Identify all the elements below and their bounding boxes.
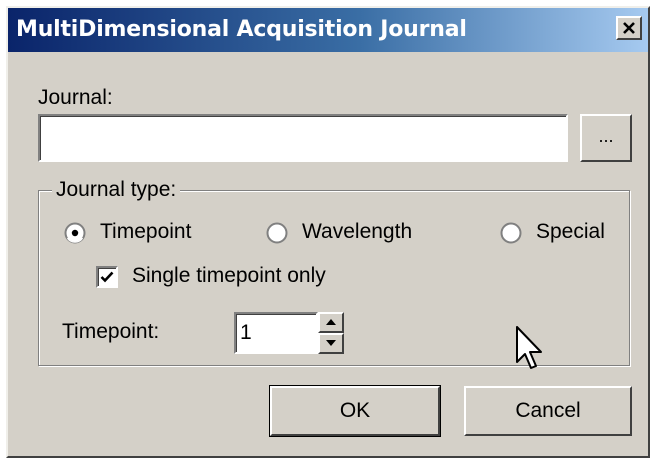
single-timepoint-label[interactable]: Single timepoint only [132, 264, 326, 288]
window-title: MultiDimensional Acquisition Journal [16, 17, 467, 42]
close-button[interactable] [616, 16, 642, 40]
radio-timepoint-label[interactable]: Timepoint [100, 220, 191, 244]
radio-special[interactable] [500, 222, 522, 244]
arrow-down-icon [326, 340, 336, 346]
arrow-up-icon [326, 319, 336, 325]
browse-button[interactable]: ... [580, 114, 632, 162]
timepoint-label: Timepoint: [62, 320, 160, 343]
timepoint-spin-up[interactable] [318, 312, 344, 333]
timepoint-spin-down[interactable] [318, 333, 344, 354]
radio-wavelength[interactable] [266, 222, 288, 244]
journal-path-input[interactable] [38, 114, 568, 162]
single-timepoint-checkbox[interactable] [96, 266, 118, 288]
close-icon [623, 22, 635, 34]
journal-type-legend: Journal type: [52, 178, 181, 202]
journal-dialog: MultiDimensional Acquisition Journal Jou… [6, 6, 650, 458]
ok-button[interactable]: OK [269, 385, 441, 437]
radio-wavelength-label[interactable]: Wavelength [302, 220, 412, 244]
title-bar[interactable]: MultiDimensional Acquisition Journal [8, 8, 648, 52]
cancel-button[interactable]: Cancel [464, 386, 632, 436]
radio-timepoint[interactable] [64, 222, 86, 244]
mouse-pointer-icon [516, 326, 542, 369]
journal-label: Journal: [38, 86, 113, 109]
checkmark-icon [100, 271, 114, 283]
timepoint-input[interactable] [234, 312, 318, 354]
radio-special-label[interactable]: Special [536, 220, 605, 244]
